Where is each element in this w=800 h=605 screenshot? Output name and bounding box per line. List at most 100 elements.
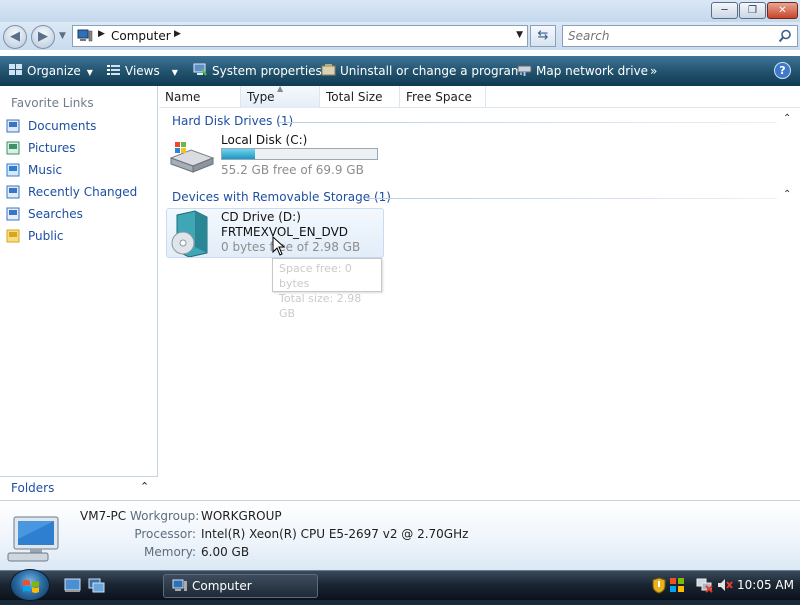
column-header-type-label: Type (247, 90, 275, 104)
folders-label: Folders (11, 481, 55, 495)
address-row: ◀ ▶ ▼ ▶ Computer ▶ ▼ ⇆ (0, 22, 800, 50)
favorite-link-label: Documents (28, 119, 97, 133)
minimize-button[interactable]: ─ (711, 2, 738, 19)
computer-icon (7, 516, 59, 562)
group-divider (367, 198, 777, 199)
volume-muted-icon[interactable] (716, 577, 733, 593)
favorite-link-label: Public (28, 229, 64, 243)
computer-name: VM7-PC (80, 509, 127, 523)
drive-free-space: 0 bytes free of 2.98 GB (221, 240, 361, 254)
hard-drive-icon (169, 142, 215, 173)
explorer-window: ─ ❐ ✕ ◀ ▶ ▼ ▶ Computer ▶ ▼ ⇆ Organize ▼ (0, 0, 800, 570)
collapse-chevron-icon[interactable]: ⌃ (783, 189, 791, 200)
system-clock[interactable]: 10:05 AM (737, 578, 794, 592)
chevron-down-icon: ▼ (171, 68, 178, 77)
start-button[interactable] (10, 569, 50, 601)
views-button[interactable]: Views ▼ (106, 56, 178, 86)
tooltip-space-free: Space free: 0 bytes (279, 262, 352, 290)
favorite-link-public[interactable]: Public (6, 229, 64, 247)
windows-logo-icon (23, 580, 39, 593)
memory-value: 6.00 GB (201, 545, 250, 559)
workgroup-value: WORKGROUP (201, 509, 282, 523)
favorite-link-searches[interactable]: Searches (6, 207, 83, 225)
column-header-total-size[interactable]: Total Size (320, 86, 400, 108)
processor-label: Processor: (134, 527, 196, 541)
organize-label: Organize (27, 64, 81, 78)
system-properties-icon (193, 63, 207, 76)
memory-label: Memory: (144, 545, 196, 559)
maximize-button[interactable]: ❐ (739, 2, 766, 19)
collapse-chevron-icon[interactable]: ⌃ (783, 113, 791, 124)
disk-usage-bar (221, 148, 378, 160)
history-dropdown-icon[interactable]: ▼ (59, 31, 66, 41)
more-commands-button[interactable]: » (650, 56, 657, 86)
network-disconnected-icon[interactable] (696, 577, 713, 593)
address-dropdown-icon[interactable]: ▼ (516, 30, 523, 40)
uninstall-program-button[interactable]: Uninstall or change a program (321, 56, 523, 86)
mouse-cursor-icon (272, 236, 286, 256)
breadcrumb-separator-icon[interactable]: ▶ (98, 29, 105, 39)
favorite-link-music[interactable]: Music (6, 163, 62, 181)
recent-icon (6, 185, 20, 199)
column-header-free-space[interactable]: Free Space (400, 86, 486, 108)
group-title: Devices with Removable Storage (1) (172, 190, 391, 204)
address-bar[interactable]: ▶ Computer ▶ ▼ (72, 25, 528, 47)
favorite-link-recently-changed[interactable]: Recently Changed (6, 185, 137, 203)
refresh-button[interactable]: ⇆ (530, 25, 556, 47)
organize-button[interactable]: Organize ▼ (8, 56, 93, 86)
content-pane: Name Type ▲ Total Size Free Space Hard D… (159, 84, 800, 500)
system-properties-button[interactable]: System properties (193, 56, 322, 86)
folders-bar[interactable]: Folders ⌃ (0, 476, 158, 500)
pictures-icon (6, 141, 20, 155)
search-input[interactable] (562, 25, 798, 47)
favorite-link-label: Searches (28, 207, 83, 221)
views-icon (107, 65, 120, 75)
back-button[interactable]: ◀ (3, 25, 27, 49)
favorite-links-heading: Favorite Links (11, 96, 94, 110)
disk-usage-fill (222, 149, 255, 159)
chevron-down-icon: ▼ (86, 68, 93, 77)
close-button[interactable]: ✕ (767, 2, 798, 19)
windows-update-icon[interactable] (669, 577, 685, 593)
group-header-hard-disk[interactable]: Hard Disk Drives (1) ⌃ (159, 111, 800, 131)
drive-name: CD Drive (D:) (221, 210, 301, 224)
drive-name: Local Disk (C:) (221, 133, 308, 147)
taskbar-button-label: Computer (192, 579, 252, 593)
column-headers: Name Type ▲ Total Size Free Space (159, 84, 800, 108)
column-header-name[interactable]: Name (159, 86, 241, 108)
organize-icon (9, 64, 22, 75)
sort-arrow-icon: ▲ (277, 84, 284, 93)
map-network-drive-button[interactable]: Map network drive (517, 56, 648, 86)
navigation-pane: Favorite Links Folders ⌃ Documents Pictur… (0, 86, 158, 500)
favorite-link-pictures[interactable]: Pictures (6, 141, 76, 159)
forward-button[interactable]: ▶ (31, 25, 55, 49)
switch-windows-icon[interactable] (88, 578, 105, 593)
details-pane: VM7-PC Workgroup: WORKGROUP Processor: I… (0, 500, 800, 570)
views-label: Views (125, 64, 160, 78)
favorite-link-documents[interactable]: Documents (6, 119, 96, 137)
breadcrumb-computer[interactable]: Computer (111, 29, 171, 43)
help-button[interactable]: ? (774, 62, 791, 79)
workgroup-label: Workgroup: (130, 509, 200, 523)
favorite-link-label: Music (28, 163, 63, 177)
system-properties-label: System properties (212, 64, 322, 78)
breadcrumb-separator-icon[interactable]: ▶ (174, 29, 181, 39)
network-drive-icon (517, 65, 532, 76)
security-shield-icon[interactable] (652, 577, 666, 594)
title-bar: ─ ❐ ✕ (0, 0, 800, 22)
taskbar-button-computer[interactable]: Computer (163, 574, 318, 598)
computer-icon (77, 29, 93, 42)
computer-icon (172, 579, 187, 591)
favorite-link-label: Pictures (28, 141, 76, 155)
map-drive-label: Map network drive (536, 64, 649, 78)
group-header-removable[interactable]: Devices with Removable Storage (1) ⌃ (159, 187, 800, 207)
music-icon (6, 163, 20, 177)
chevron-up-icon[interactable]: ⌃ (140, 480, 149, 493)
public-folder-icon (6, 229, 20, 243)
search-icon[interactable] (778, 29, 792, 43)
drive-tile-local-disk[interactable]: Local Disk (C:) 55.2 GB free of 69.9 GB (167, 132, 385, 182)
drive-tooltip: Space free: 0 bytes Total size: 2.98 GB (272, 258, 382, 320)
command-toolbar: Organize ▼ Views ▼ System properties Unins… (0, 56, 800, 86)
show-desktop-icon[interactable] (64, 578, 81, 593)
more-chevron-icon: » (650, 64, 658, 78)
